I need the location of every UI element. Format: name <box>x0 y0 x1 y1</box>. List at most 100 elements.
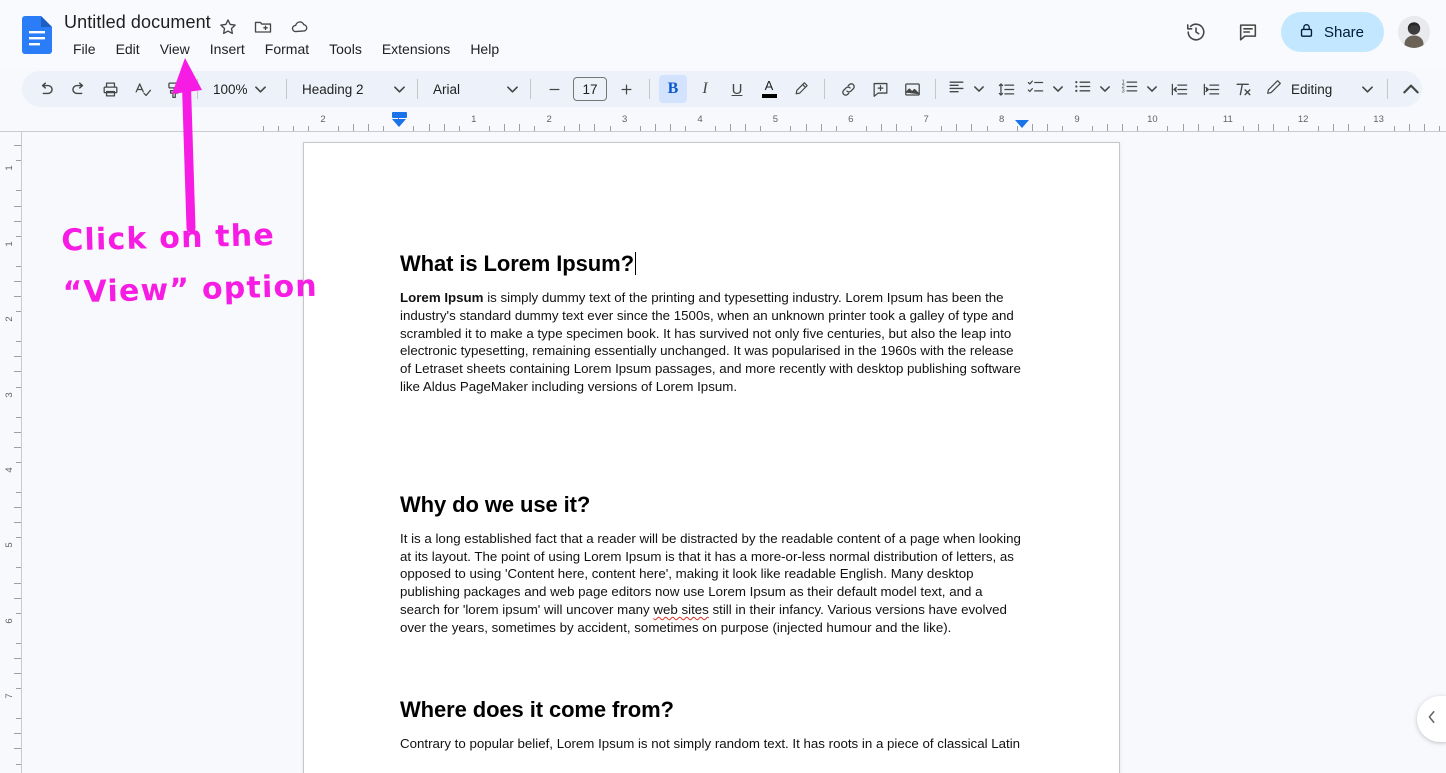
ruler-tick <box>820 124 822 131</box>
cloud-saved-icon[interactable] <box>289 17 309 37</box>
document-canvas[interactable]: What is Lorem Ipsum? Lorem Ipsum is simp… <box>23 133 1446 773</box>
ruler-tick-label: 6 <box>848 114 854 125</box>
ruler-tick <box>16 492 21 494</box>
ruler-tick-label: 4 <box>4 467 15 473</box>
ruler-tick <box>14 371 21 373</box>
bold-button[interactable]: B <box>659 75 687 103</box>
ruler-tick-label: 11 <box>1222 114 1233 125</box>
ruler-tick <box>594 124 596 131</box>
collapse-toolbar-button[interactable] <box>1397 75 1425 103</box>
insert-link-icon[interactable] <box>834 75 862 103</box>
ruler-tick <box>835 126 837 131</box>
menu-extensions[interactable]: Extensions <box>372 39 460 59</box>
ruler-tick-label: 1 <box>4 165 15 172</box>
menu-tools[interactable]: Tools <box>319 39 372 59</box>
vertical-ruler[interactable]: 1 1 2 3 4 5 6 7 <box>0 132 22 773</box>
menu-file[interactable]: File <box>63 39 106 59</box>
ruler-tick-label: 1 <box>4 241 15 247</box>
ruler-tick <box>16 763 21 765</box>
increase-indent-icon[interactable] <box>1197 75 1225 103</box>
ruler-tick <box>368 124 370 131</box>
ruler-tick <box>956 124 958 131</box>
font-family-dropdown[interactable]: Arial <box>425 75 523 103</box>
decrease-indent-icon[interactable] <box>1165 75 1193 103</box>
bold-label: B <box>667 80 679 97</box>
bulleted-list-dropdown[interactable] <box>1069 75 1116 103</box>
checklist-dropdown[interactable] <box>1022 75 1069 103</box>
editing-mode-dropdown[interactable]: Editing <box>1259 75 1380 103</box>
text-color-button[interactable]: A <box>755 75 783 103</box>
paragraph-section-3[interactable]: Contrary to popular belief, Lorem Ipsum … <box>400 735 1023 753</box>
paragraph-style-dropdown[interactable]: Heading 2 <box>294 75 410 103</box>
ruler-tick <box>14 220 21 222</box>
spellcheck-error-text[interactable]: web sites <box>653 602 708 617</box>
page-content[interactable]: What is Lorem Ipsum? Lorem Ipsum is simp… <box>304 143 1119 752</box>
heading-what-is-lorem-ipsum[interactable]: What is Lorem Ipsum? <box>400 251 637 277</box>
line-spacing-icon[interactable] <box>992 75 1020 103</box>
heading-why-do-we-use-it[interactable]: Why do we use it? <box>400 492 590 518</box>
ruler-tick <box>911 126 913 131</box>
pencil-icon <box>1265 78 1283 101</box>
text-cursor <box>634 252 637 275</box>
horizontal-ruler[interactable]: 2 1 1 2 3 4 5 6 7 8 9 10 11 12 13 <box>0 110 1446 132</box>
checklist-icon <box>1026 77 1045 101</box>
ruler-tick-label: 2 <box>320 114 326 125</box>
avatar[interactable] <box>1398 16 1430 48</box>
comment-history-icon[interactable] <box>1229 13 1267 51</box>
increase-font-size-button[interactable] <box>612 75 640 103</box>
ruler-tick <box>443 124 445 131</box>
menu-help[interactable]: Help <box>460 39 509 59</box>
insert-image-icon[interactable] <box>898 75 926 103</box>
highlight-pen-icon[interactable] <box>787 75 815 103</box>
paragraph-section-1[interactable]: Lorem Ipsum is simply dummy text of the … <box>400 289 1023 396</box>
menu-edit[interactable]: Edit <box>106 39 150 59</box>
toolbar-divider <box>649 79 650 99</box>
font-size-input[interactable]: 17 <box>573 77 607 101</box>
star-icon[interactable] <box>218 17 238 37</box>
paragraph-style-value: Heading 2 <box>302 81 364 97</box>
chevron-down-icon <box>1358 80 1376 98</box>
ruler-tick <box>503 124 505 131</box>
heading-where-does-it-come-from[interactable]: Where does it come from? <box>400 697 674 723</box>
align-dropdown[interactable] <box>943 75 990 103</box>
ruler-tick <box>639 126 641 131</box>
version-history-icon[interactable] <box>1177 13 1215 51</box>
ruler-tick <box>1408 124 1410 131</box>
undo-icon[interactable] <box>32 75 60 103</box>
clear-formatting-icon[interactable] <box>1229 75 1257 103</box>
move-to-folder-icon[interactable] <box>253 17 273 37</box>
underline-button[interactable]: U <box>723 75 751 103</box>
ruler-tick-label: 2 <box>546 114 552 125</box>
toolbar-divider <box>286 79 287 99</box>
header-actions: Share <box>1177 12 1430 52</box>
numbered-list-dropdown[interactable]: 1 2 3 <box>1116 75 1163 103</box>
italic-button[interactable]: I <box>691 75 719 103</box>
print-icon[interactable] <box>96 75 124 103</box>
right-indent-marker[interactable] <box>1015 120 1029 128</box>
ruler-tick <box>865 126 867 131</box>
ruler-tick <box>1167 126 1169 131</box>
ruler-tick <box>16 416 21 418</box>
ruler-tick <box>14 597 21 599</box>
ruler-tick <box>880 124 882 131</box>
paragraph-section-2[interactable]: It is a long established fact that a rea… <box>400 530 1023 637</box>
redo-icon[interactable] <box>64 75 92 103</box>
ruler-tick <box>579 124 581 131</box>
menu-view[interactable]: View <box>150 39 200 59</box>
menu-insert[interactable]: Insert <box>200 39 255 59</box>
document-title[interactable]: Untitled document <box>64 12 211 33</box>
ruler-tick <box>14 431 21 433</box>
menu-format[interactable]: Format <box>255 39 319 59</box>
ruler-tick-label: 4 <box>697 114 703 125</box>
share-button[interactable]: Share <box>1280 12 1384 52</box>
ruler-tick <box>338 126 340 131</box>
decrease-font-size-button[interactable] <box>540 75 568 103</box>
zoom-dropdown[interactable]: 100% <box>205 75 279 103</box>
google-docs-icon[interactable] <box>22 16 52 54</box>
paint-format-icon[interactable] <box>160 75 188 103</box>
font-size-stepper: 17 <box>538 75 642 103</box>
add-comment-icon[interactable] <box>866 75 894 103</box>
spellcheck-icon[interactable] <box>128 75 156 103</box>
document-page[interactable]: What is Lorem Ipsum? Lorem Ipsum is simp… <box>303 142 1120 773</box>
